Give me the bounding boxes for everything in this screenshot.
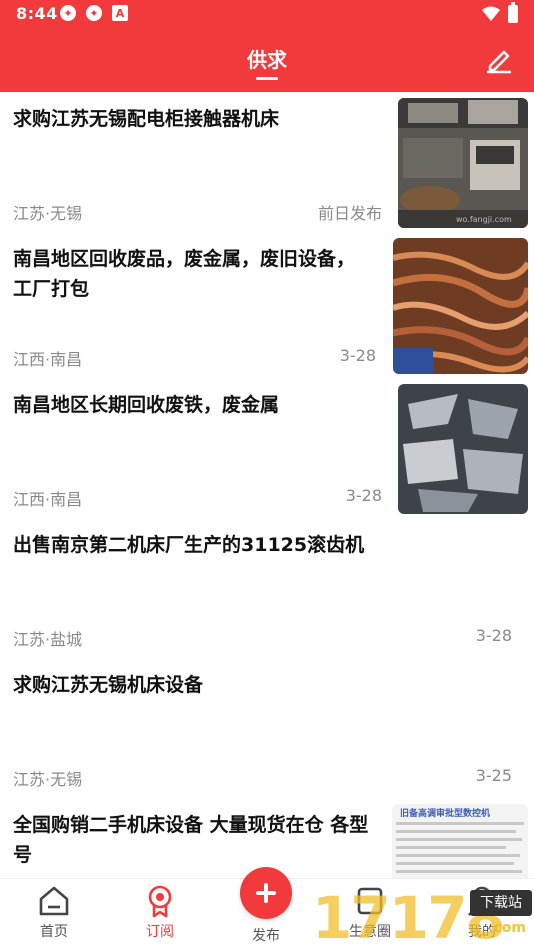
copper-wire-photo: [393, 238, 528, 374]
item-title: 南昌地区回收废品，废金属，废旧设备，工厂打包: [13, 248, 356, 300]
scrap-iron-photo: [398, 384, 528, 514]
battery-icon: [508, 2, 518, 23]
item-thumbnail: [398, 384, 528, 514]
thumb-watermark: wo.fangji.com: [456, 215, 512, 224]
item-thumbnail: [393, 238, 528, 374]
item-time: 3-28: [345, 486, 382, 505]
nav-home[interactable]: 首页: [24, 885, 84, 941]
app-header: 8:44 ✦ ✦ A 供求: [0, 0, 534, 92]
thumb-heading: 旧备高调审批型数控机: [400, 807, 490, 819]
item-location: 江西·南昌: [13, 350, 83, 369]
feed-item[interactable]: 全国购销二手机床设备 大量现货在仓 各型号 旧备高调审批型数控机: [0, 798, 534, 878]
nav-home-label: 首页: [40, 924, 68, 940]
item-title: 全国购销二手机床设备 大量现货在仓 各型号: [13, 814, 369, 866]
item-title: 求购江苏无锡机床设备: [13, 674, 204, 696]
item-title: 求购江苏无锡配电柜接触器机床: [13, 108, 280, 130]
item-time: 3-25: [475, 766, 512, 785]
item-thumbnail: 旧备高调审批型数控机: [392, 804, 528, 878]
item-time: 前日发布: [317, 204, 382, 223]
wifi-icon: [482, 6, 500, 21]
item-location: 江西·南昌: [13, 490, 83, 509]
feed-item[interactable]: 出售南京第二机床厂生产的31125滚齿机 江苏·盐城 3-28: [0, 518, 534, 658]
app-notification-icon: ✦: [86, 5, 102, 21]
title-indicator: [256, 77, 278, 80]
feed-item[interactable]: 求购江苏无锡配电柜接触器机床 江苏·无锡 前日发布 wo.fangji.com: [0, 92, 534, 232]
badge-icon: [148, 885, 172, 917]
document-list-photo: 旧备高调审批型数控机: [392, 804, 528, 878]
site-watermark: 17178 下载站 com: [312, 880, 534, 950]
item-thumbnail: wo.fangji.com: [398, 98, 528, 228]
app-notification-icon: ✦: [60, 5, 76, 21]
publish-button[interactable]: [240, 867, 292, 919]
item-location: 江苏·无锡: [13, 204, 83, 223]
item-location: 江苏·无锡: [13, 770, 83, 789]
app-notification-icon: A: [112, 5, 128, 21]
nav-subscribe[interactable]: 订阅: [130, 885, 190, 941]
machine-workshop-photo: wo.fangji.com: [398, 98, 528, 228]
edit-pencil-icon[interactable]: [484, 44, 514, 74]
watermark-domain: com: [493, 920, 526, 936]
feed-item[interactable]: 南昌地区回收废品，废金属，废旧设备，工厂打包 江西·南昌 3-28: [0, 232, 534, 378]
feed-item[interactable]: 南昌地区长期回收废铁，废金属 江西·南昌 3-28: [0, 378, 534, 518]
home-icon: [39, 886, 69, 916]
item-title: 出售南京第二机床厂生产的31125滚齿机: [13, 534, 365, 556]
feed-item[interactable]: 求购江苏无锡机床设备 江苏·无锡 3-25: [0, 658, 534, 798]
status-time: 8:44: [16, 4, 58, 23]
item-time: 3-28: [339, 346, 376, 365]
nav-publish-label: 发布: [252, 928, 280, 944]
item-time: 3-28: [475, 626, 512, 645]
status-bar: 8:44 ✦ ✦ A: [0, 0, 534, 28]
nav-subscribe-label: 订阅: [146, 924, 174, 940]
system-status: [482, 2, 518, 23]
page-title: 供求: [247, 48, 287, 72]
watermark-badge: 下载站: [470, 890, 532, 916]
item-title: 南昌地区长期回收废铁，废金属: [13, 394, 280, 416]
notification-icons: ✦ ✦ A: [60, 5, 128, 21]
item-location: 江苏·盐城: [13, 630, 83, 649]
